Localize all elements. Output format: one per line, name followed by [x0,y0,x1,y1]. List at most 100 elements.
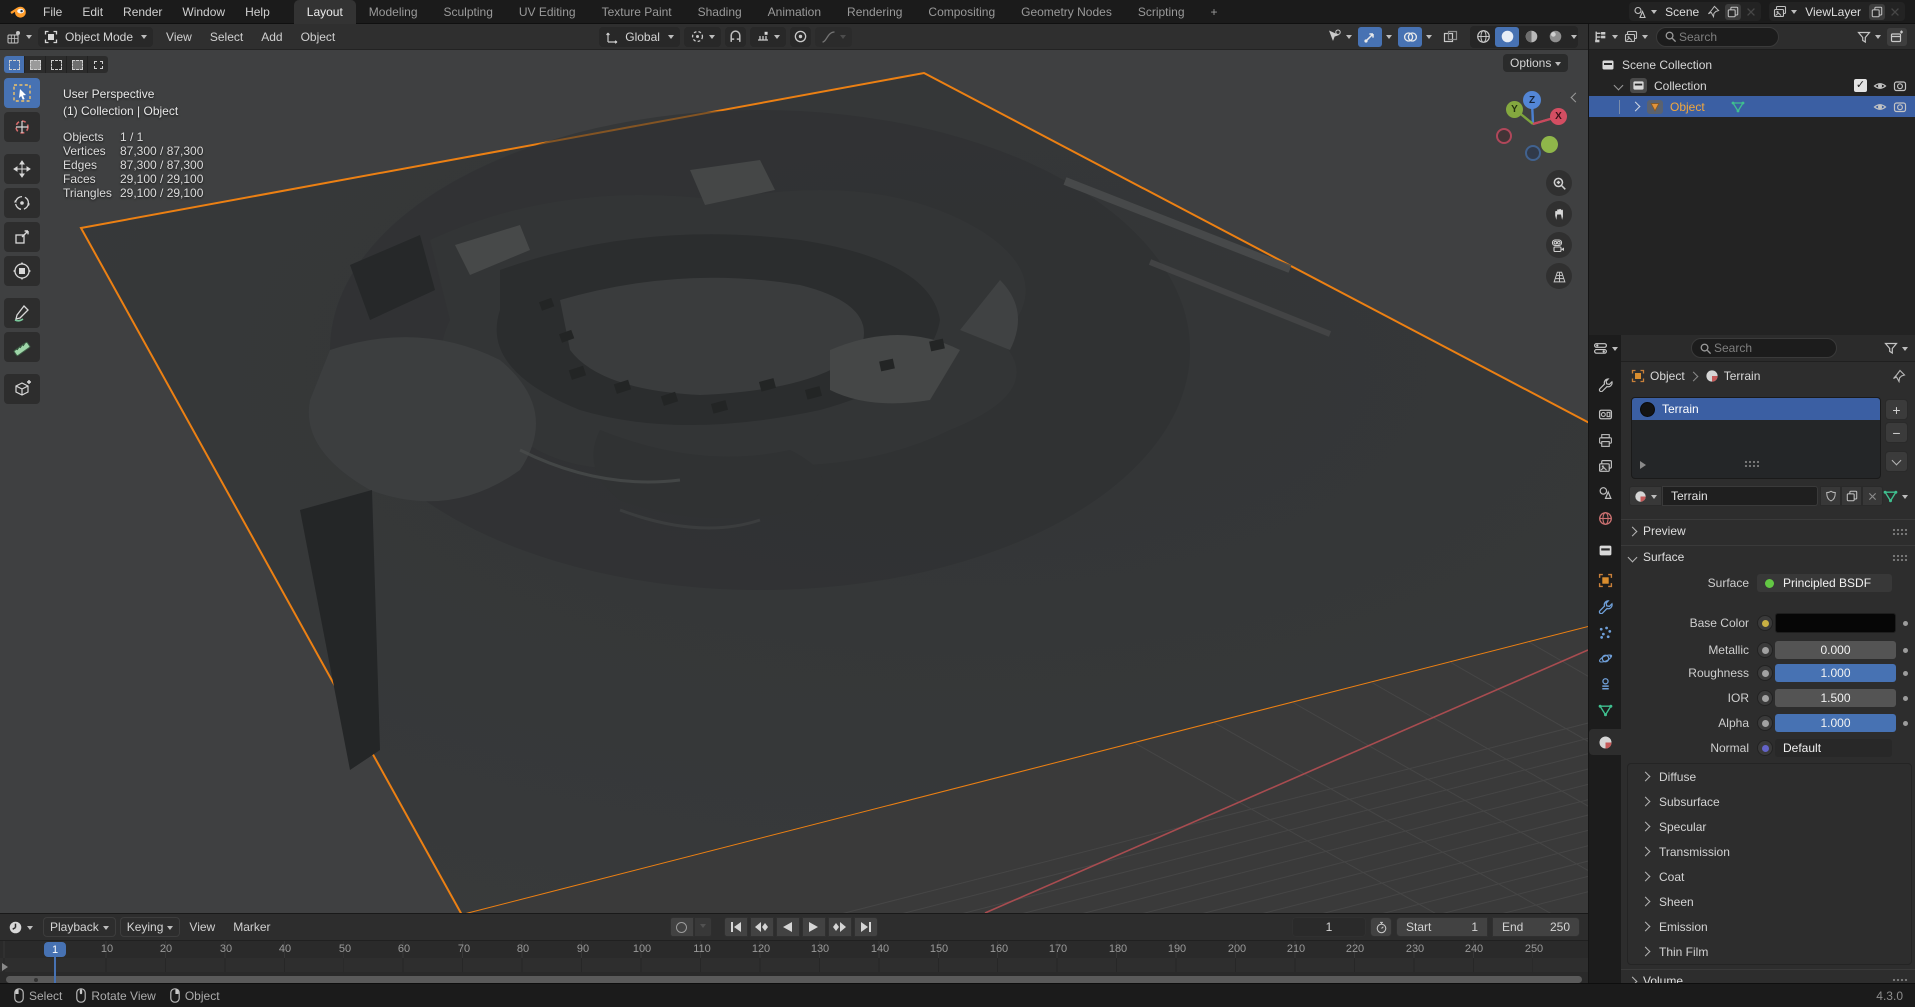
menu-add[interactable]: Add [252,30,291,44]
pan-button[interactable] [1546,201,1572,227]
menu-playback[interactable]: Playback [43,917,116,937]
panel-coat[interactable]: Coat [1628,864,1915,889]
panel-sheen[interactable]: Sheen [1628,889,1915,914]
new-scene-button[interactable] [1725,4,1741,20]
workspace-tab-layout[interactable]: Layout [294,0,356,24]
tab-physics[interactable] [1589,645,1621,671]
jump-to-start-button[interactable] [724,917,748,937]
float-socket-icon[interactable] [1757,665,1773,681]
menu-keying[interactable]: Keying [120,917,181,937]
outliner-search-input[interactable] [1677,29,1771,45]
float-socket-icon[interactable] [1757,642,1773,658]
camera-view-button[interactable] [1546,232,1572,258]
panel-volume[interactable]: Volume [1621,969,1915,983]
tool-move[interactable] [4,154,40,184]
copy-material-button[interactable] [1841,486,1862,506]
snap-target-dropdown[interactable] [750,27,786,47]
select-mode-invert[interactable] [67,56,88,73]
breadcrumb-material[interactable]: Terrain [1724,369,1761,383]
prev-keyframe-button[interactable] [750,917,774,937]
keyframe-dot[interactable] [1903,696,1908,701]
properties-editor-type-button[interactable] [1593,341,1618,356]
gizmos-toggle-icon[interactable] [1358,27,1382,47]
tab-world[interactable] [1589,505,1621,531]
pin-id-icon[interactable] [1892,369,1906,383]
outliner-row-label[interactable]: Collection [1654,79,1707,93]
material-slot-name[interactable]: Terrain [1662,402,1699,416]
selectability-visibility-dropdown[interactable] [1326,29,1352,44]
workspace-tab-sculpting[interactable]: Sculpting [431,0,506,24]
tab-output[interactable] [1589,427,1621,453]
surface-shader-button[interactable]: Principled BSDF [1757,574,1892,592]
roughness-slider[interactable]: 1.000 [1775,664,1896,682]
hide-eye-icon[interactable] [1873,79,1887,93]
3d-viewport[interactable]: Object Mode View Select Add Object Globa… [0,24,1588,913]
frame-start-field[interactable]: Start1 [1396,917,1488,937]
ior-slider[interactable]: 1.500 [1775,689,1896,707]
workspace-tab-geometry-nodes[interactable]: Geometry Nodes [1008,0,1125,24]
outliner-row-collection[interactable]: Collection ✓ [1589,75,1915,96]
jump-to-end-button[interactable] [854,917,878,937]
outliner-search[interactable] [1656,27,1779,47]
shading-material-button[interactable] [1519,27,1543,47]
timeline-ruler[interactable]: 10 20 30 40 50 60 70 80 90 100 110 120 1… [0,941,1588,958]
outliner-row-scene-collection[interactable]: Scene Collection [1589,54,1915,75]
panel-thin-film[interactable]: Thin Film [1628,939,1915,964]
menu-window[interactable]: Window [172,0,235,24]
scene-name[interactable]: Scene [1657,5,1707,19]
tab-object[interactable] [1589,567,1621,593]
overlays-toggle-icon[interactable] [1398,27,1422,47]
outliner-editor-type-button[interactable] [1593,29,1618,44]
tab-modifiers[interactable] [1589,593,1621,619]
base-color-swatch[interactable] [1775,613,1896,633]
workspace-tab-compositing[interactable]: Compositing [915,0,1008,24]
tab-object-data[interactable] [1589,697,1621,723]
proportional-editing-toggle[interactable] [790,27,811,47]
workspace-tab-animation[interactable]: Animation [755,0,834,24]
editor-type-button[interactable] [6,29,32,45]
properties-search-input[interactable] [1712,340,1806,356]
frame-end-field[interactable]: End250 [1492,917,1580,937]
menu-marker[interactable]: Marker [224,920,279,934]
checkbox-icon[interactable]: ✓ [1854,79,1867,92]
next-keyframe-button[interactable] [828,917,852,937]
keyframe-dot[interactable] [1903,621,1908,626]
shading-wireframe-button[interactable] [1471,27,1495,47]
options-dropdown[interactable]: Options [1503,54,1568,72]
menu-select[interactable]: Select [201,30,252,44]
slot-list-resize-grip[interactable] [1744,460,1760,467]
tool-cursor[interactable] [4,112,40,142]
material-slot-list[interactable]: Terrain [1631,397,1881,479]
tool-select-box[interactable] [4,78,40,108]
menu-edit[interactable]: Edit [72,0,113,24]
outliner-display-mode-button[interactable] [1624,30,1648,44]
hide-eye-icon[interactable] [1873,100,1887,114]
overlays-dropdown[interactable] [1398,27,1432,47]
vector-socket-icon[interactable] [1757,740,1773,756]
mode-selector[interactable]: Object Mode [38,27,153,47]
expand-icon[interactable] [1614,81,1624,91]
slot-specials-button[interactable] [1885,451,1908,472]
shading-rendered-button[interactable] [1543,27,1567,47]
tab-tool[interactable] [1589,371,1621,397]
outliner-filter-button[interactable] [1857,30,1881,44]
playhead[interactable]: 1 [44,942,66,957]
outliner-row-object[interactable]: Object [1589,96,1915,117]
panel-subsurface[interactable]: Subsurface [1628,789,1915,814]
outliner-row-label[interactable]: Scene Collection [1622,58,1712,72]
viewlayer-name[interactable]: ViewLayer [1797,5,1869,19]
menu-object[interactable]: Object [292,30,345,44]
panel-surface[interactable]: Surface [1621,545,1915,568]
pin-icon[interactable] [1707,5,1720,18]
link-target-button[interactable] [1883,489,1908,504]
tab-scene[interactable] [1589,479,1621,505]
float-socket-icon[interactable] [1757,690,1773,706]
expand-icon[interactable] [1631,102,1641,112]
panel-specular[interactable]: Specular [1628,814,1915,839]
properties-filter-button[interactable] [1884,341,1908,355]
use-preview-range-toggle[interactable] [1370,917,1392,937]
zoom-button[interactable] [1546,170,1572,196]
color-socket-icon[interactable] [1757,615,1773,631]
auto-keying-toggle[interactable] [670,917,694,937]
select-mode-subtract[interactable] [46,56,67,73]
